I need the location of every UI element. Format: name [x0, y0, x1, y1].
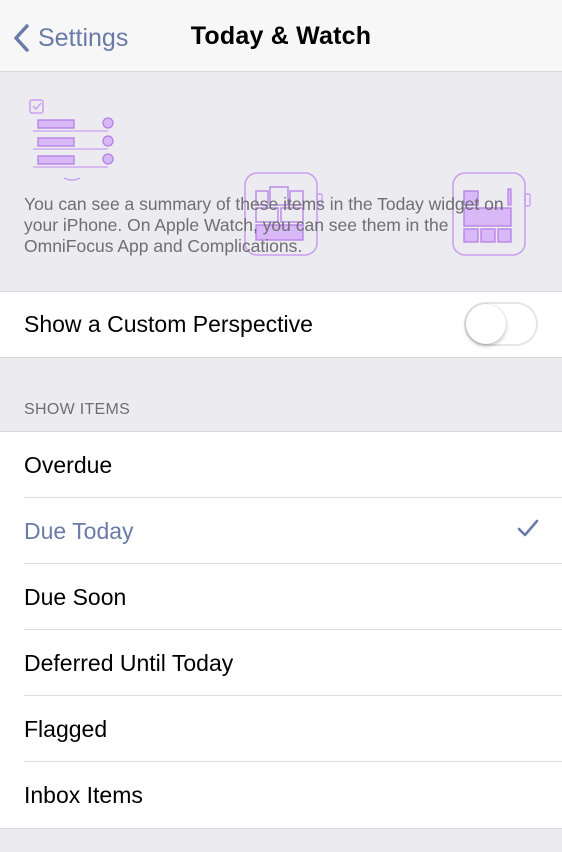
list-item-label: Due Soon [24, 583, 127, 610]
navigation-bar: Settings Today & Watch [0, 0, 562, 72]
page-title: Today & Watch [190, 22, 372, 50]
checkmark-icon [517, 519, 539, 537]
list-item-deferred-until-today[interactable]: Deferred Until Today [0, 630, 562, 696]
list-item-label: Overdue [24, 451, 113, 478]
custom-perspective-label: Show a Custom Perspective [24, 311, 313, 337]
list-item-overdue[interactable]: Overdue [0, 432, 562, 498]
list-item-due-today[interactable]: Due Today [0, 498, 562, 564]
show-items-list: Overdue Due Today Due Soon Deferred Unti… [0, 431, 562, 829]
section-label: SHOW ITEMS [24, 401, 131, 418]
info-header: You can see a summary of these items in … [0, 72, 562, 292]
custom-perspective-toggle[interactable] [464, 302, 538, 346]
header-description: You can see a summary of these items in … [24, 194, 504, 256]
list-item-label: Inbox Items [24, 781, 143, 808]
list-item-due-soon[interactable]: Due Soon [0, 564, 562, 630]
list-item-label: Deferred Until Today [24, 649, 234, 676]
toggle-knob [466, 304, 506, 344]
list-item-flagged[interactable]: Flagged [0, 696, 562, 762]
custom-perspective-row: Show a Custom Perspective [0, 292, 562, 358]
today-widget-illustration-icon [29, 99, 114, 181]
show-items-section-header: SHOW ITEMS [0, 358, 562, 431]
list-item-inbox-items[interactable]: Inbox Items [0, 762, 562, 828]
list-item-label: Flagged [24, 715, 108, 742]
list-item-label: Due Today [24, 517, 134, 544]
